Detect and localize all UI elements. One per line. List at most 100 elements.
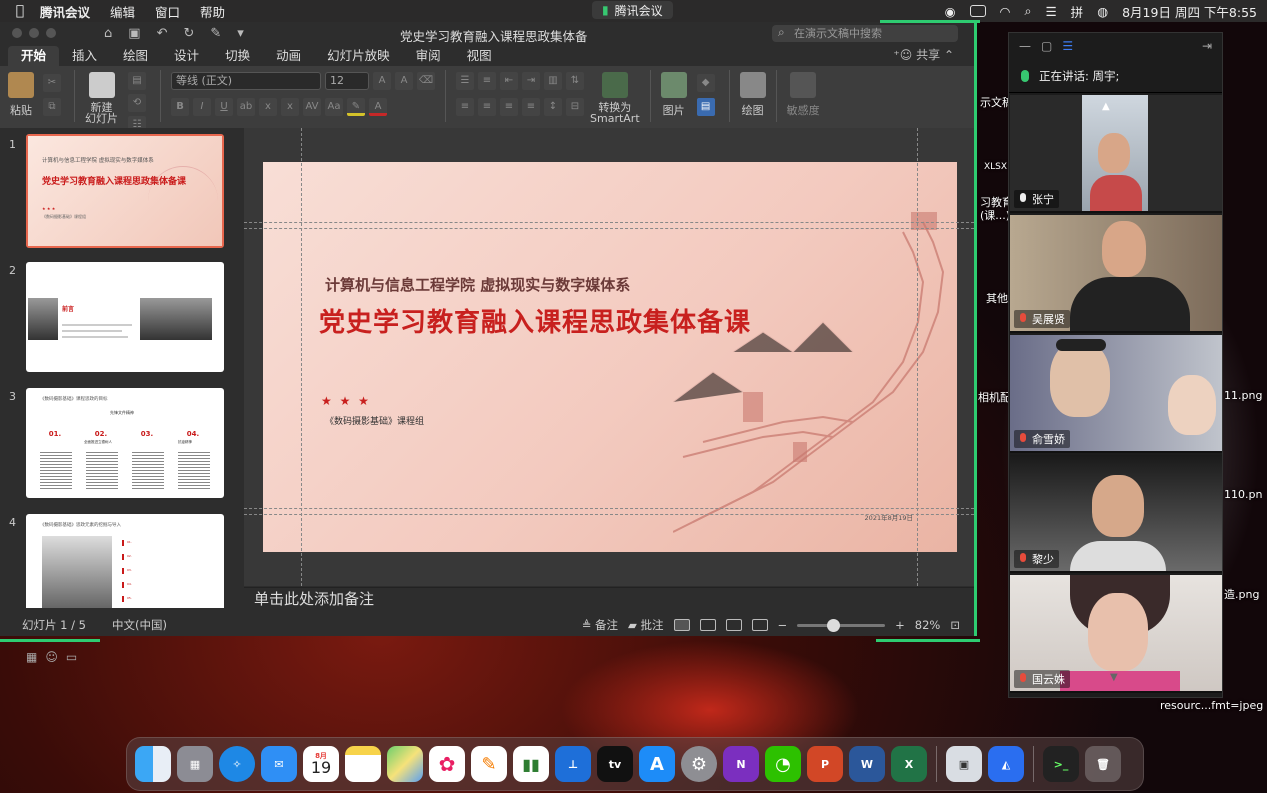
zoom-out-icon[interactable]: −: [778, 618, 788, 632]
meeting-status-pill[interactable]: ▮ 腾讯会议: [592, 1, 673, 19]
superscript-icon[interactable]: x: [281, 98, 299, 116]
tab-transitions[interactable]: 切换: [212, 46, 263, 66]
outdent-icon[interactable]: ⇥: [522, 72, 540, 90]
pages-icon[interactable]: ✎: [471, 746, 507, 782]
menubar-datetime[interactable]: 8月19日 周四 下午8:55: [1122, 2, 1257, 21]
text-direction-icon[interactable]: ⇅: [566, 72, 584, 90]
tencent-meeting-icon[interactable]: ◭: [988, 746, 1024, 782]
finder-icon[interactable]: [135, 746, 171, 782]
cut-icon[interactable]: ✂: [43, 74, 61, 92]
zoom-slider[interactable]: [797, 618, 886, 632]
wechat-status-icon[interactable]: ◉: [945, 4, 956, 19]
tab-home[interactable]: 开始: [8, 46, 60, 66]
trash-icon[interactable]: 🗑: [1085, 746, 1121, 782]
align-text-icon[interactable]: ⊟: [566, 98, 584, 116]
slide-subtitle[interactable]: 计算机与信息工程学院 虚拟现实与数字媒体系: [325, 274, 630, 295]
zoom-in-icon[interactable]: +: [895, 618, 905, 632]
notes-toggle-button[interactable]: ≜ 备注: [582, 617, 618, 633]
highlight-icon[interactable]: ✎: [347, 98, 365, 116]
current-slide[interactable]: 计算机与信息工程学院 虚拟现实与数字媒体系 党史学习教育融入课程思政集体备课 ★…: [263, 162, 957, 552]
fit-to-window-icon[interactable]: ⊡: [950, 618, 960, 632]
subscript-icon[interactable]: x: [259, 98, 277, 116]
menu-item-window[interactable]: 窗口: [155, 2, 180, 21]
save-icon[interactable]: ▣: [128, 26, 140, 41]
apple-menu-icon[interactable]: : [0, 3, 40, 19]
slide-thumbnail-1[interactable]: 计算机与信息工程学院 虚拟现实与数字媒体系 党史学习教育融入课程思政集体备课 ★…: [26, 134, 224, 248]
bullets-icon[interactable]: ☰: [456, 72, 474, 90]
underline-icon[interactable]: U: [215, 98, 233, 116]
minimize-icon[interactable]: —: [1019, 39, 1031, 53]
wechat-icon[interactable]: ◔: [765, 746, 801, 782]
desktop-file-label[interactable]: 其他: [986, 290, 1008, 306]
keynote-icon[interactable]: ⊥: [555, 746, 591, 782]
desktop-file-label[interactable]: 11.png: [1224, 389, 1262, 402]
participant-video[interactable]: 黎少: [1010, 455, 1222, 573]
align-left-icon[interactable]: ≡: [456, 98, 474, 116]
emoji-icon[interactable]: ☺: [45, 650, 58, 664]
indent-icon[interactable]: ⇤: [500, 72, 518, 90]
tab-view[interactable]: 视图: [454, 46, 505, 66]
decrease-font-icon[interactable]: A: [395, 72, 413, 90]
zoom-window-button[interactable]: [46, 28, 56, 38]
safari-icon[interactable]: ✧: [219, 746, 255, 782]
participant-video[interactable]: ▲ 张宁: [1010, 95, 1222, 213]
slide-thumbnail-pane[interactable]: 1 计算机与信息工程学院 虚拟现实与数字媒体系 党史学习教育融入课程思政集体备课…: [0, 128, 242, 608]
control-center-icon[interactable]: ☰: [1045, 4, 1056, 19]
tab-slideshow[interactable]: 幻灯片放映: [314, 46, 403, 66]
home-icon[interactable]: ⌂: [104, 26, 112, 41]
copy-icon[interactable]: ⧉: [43, 98, 61, 116]
powerpoint-icon[interactable]: P: [807, 746, 843, 782]
paste-button[interactable]: 粘贴: [8, 70, 34, 126]
window-icon[interactable]: ▢: [1041, 39, 1052, 53]
menu-app-name[interactable]: 腾讯会议: [40, 2, 90, 21]
strikethrough-icon[interactable]: ab: [237, 98, 255, 116]
participant-video[interactable]: 吴展贤: [1010, 215, 1222, 333]
slide-thumbnail-3[interactable]: 《数码摄影基础》课程思政的目标 先锋文件精神 01. 02. 03. 04. 全…: [26, 388, 224, 498]
picture-button[interactable]: 图片: [660, 70, 687, 126]
char-spacing-icon[interactable]: AV: [303, 98, 321, 116]
launchpad-icon[interactable]: ▦: [177, 746, 213, 782]
siri-icon[interactable]: ◍: [1097, 4, 1108, 19]
change-case-icon[interactable]: Aa: [325, 98, 343, 116]
tab-design[interactable]: 设计: [161, 46, 212, 66]
desktop-file-label[interactable]: 110.pn: [1224, 488, 1262, 501]
justify-icon[interactable]: ≡: [522, 98, 540, 116]
convert-smartart-button[interactable]: 转换为 SmartArt: [590, 70, 640, 126]
reading-view-icon[interactable]: [725, 619, 742, 631]
layout-icon[interactable]: ▤: [128, 72, 146, 90]
increase-font-icon[interactable]: A: [373, 72, 391, 90]
excel-icon[interactable]: X: [891, 746, 927, 782]
battery-icon[interactable]: [969, 5, 986, 17]
close-window-button[interactable]: [12, 28, 22, 38]
preview-icon[interactable]: ▣: [946, 746, 982, 782]
menu-item-edit[interactable]: 编辑: [110, 2, 135, 21]
slide-editor[interactable]: 计算机与信息工程学院 虚拟现实与数字媒体系 党史学习教育融入课程思政集体备课 ★…: [244, 128, 974, 586]
apple-tv-icon[interactable]: tv: [597, 746, 633, 782]
zoom-slider-knob[interactable]: [827, 618, 841, 632]
language-indicator[interactable]: 中文(中国): [112, 617, 167, 633]
notes-icon[interactable]: [345, 746, 381, 782]
comments-button[interactable]: ▰ 批注: [628, 617, 664, 633]
slide-sorter-icon[interactable]: [699, 619, 716, 631]
tab-review[interactable]: 审阅: [403, 46, 454, 66]
list-view-icon[interactable]: ☰: [1062, 39, 1073, 53]
calendar-icon[interactable]: 8月 19: [303, 746, 339, 782]
zoom-level[interactable]: 82%: [915, 618, 941, 632]
slide-group-name[interactable]: 《数码摄影基础》课程组: [325, 414, 424, 427]
clear-format-icon[interactable]: ⌫: [417, 72, 435, 90]
input-method-icon[interactable]: 拼: [1071, 2, 1084, 21]
italic-icon[interactable]: I: [193, 98, 211, 116]
scroll-down-icon[interactable]: ▼: [1110, 672, 1118, 683]
app-store-icon[interactable]: A: [639, 746, 675, 782]
customize-toolbar-icon[interactable]: ▾: [237, 26, 244, 41]
system-preferences-icon[interactable]: ⚙: [681, 746, 717, 782]
maps-icon[interactable]: [387, 746, 423, 782]
tab-insert[interactable]: 插入: [59, 46, 110, 66]
align-center-icon[interactable]: ≡: [478, 98, 496, 116]
numbers-icon[interactable]: ▮▮: [513, 746, 549, 782]
slide-title[interactable]: 党史学习教育融入课程思政集体备课: [319, 302, 751, 339]
share-button[interactable]: ⁺☺ 共享 ⌃: [893, 46, 954, 63]
terminal-icon[interactable]: >_: [1043, 746, 1079, 782]
desktop-file-label[interactable]: 相机配: [978, 389, 1011, 405]
participant-video[interactable]: ▼ 国云姝: [1010, 575, 1222, 693]
